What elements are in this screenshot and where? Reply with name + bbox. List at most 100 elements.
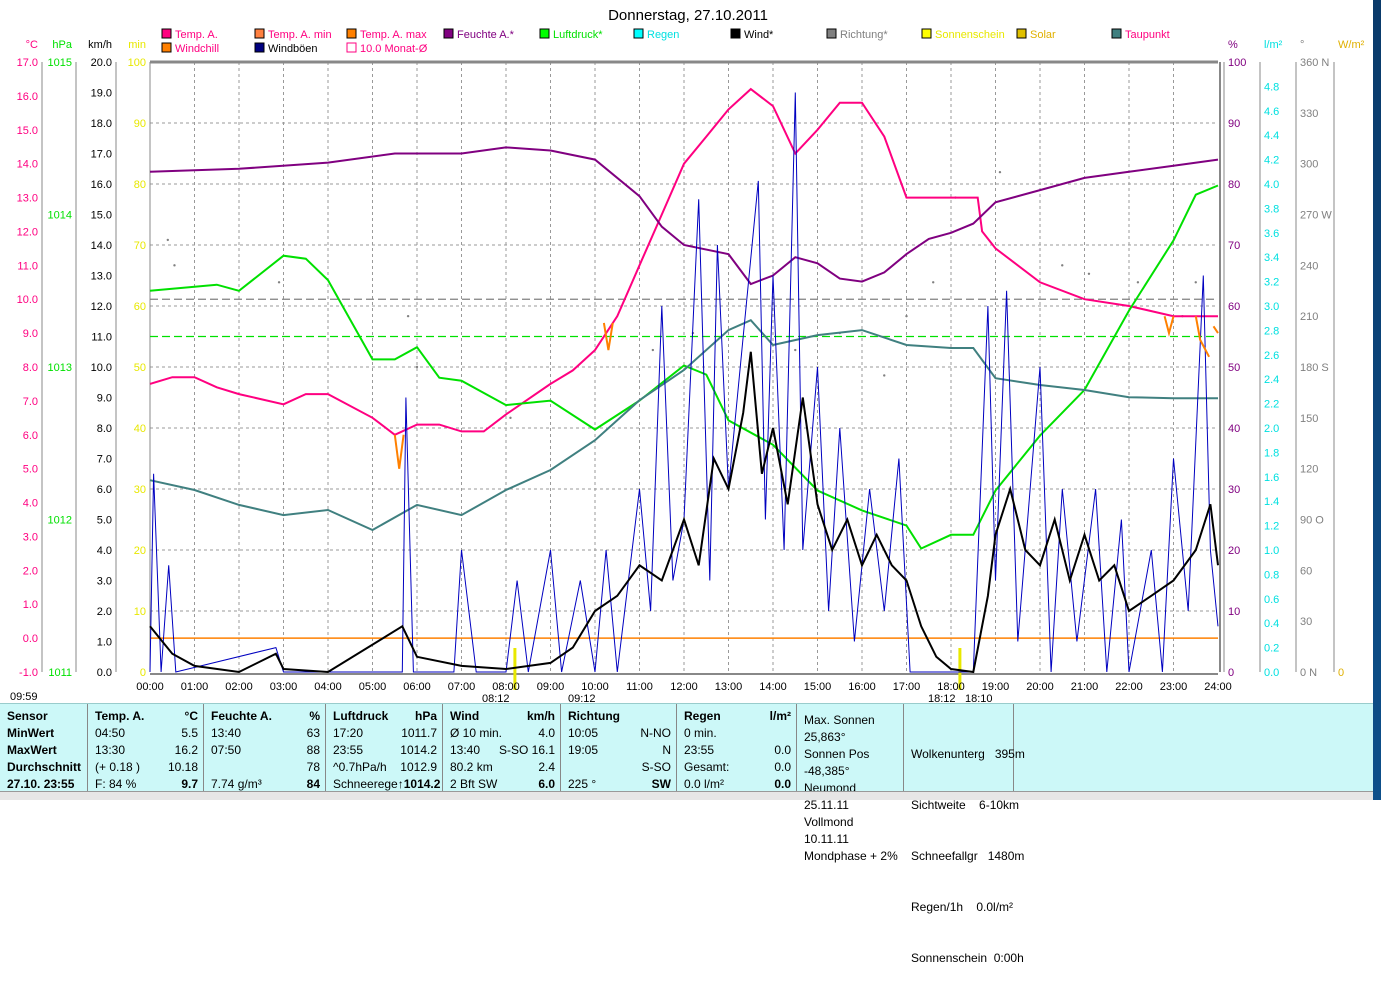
- series-windchill: [393, 434, 405, 469]
- legend-swatch-icon: [633, 28, 644, 39]
- rain-tick-label: 1.4: [1264, 496, 1279, 508]
- desktop-edge: [1373, 0, 1381, 800]
- rain-tick-label: 0.6: [1264, 594, 1279, 606]
- cell-value: S-SO: [641, 760, 671, 774]
- x-tick-label: 03:00: [270, 681, 298, 693]
- legend-swatch-icon: [346, 42, 357, 53]
- astro-item: Vollmond 10.11.11: [804, 815, 854, 846]
- direction-point: [794, 348, 797, 352]
- rain-tick-label: 1.0: [1264, 545, 1279, 557]
- misc-item: Schneefallgr 1480m: [911, 849, 1025, 863]
- rain-tick-label: 4.0: [1264, 179, 1279, 191]
- legend-label: Wind*: [744, 29, 774, 41]
- cell-value: 0.0: [774, 760, 791, 774]
- cell-label: 80.2 km: [450, 760, 493, 774]
- temp-tick-label: 13.0: [17, 193, 38, 205]
- series-windchill: [1163, 315, 1175, 338]
- legend-swatch-icon: [826, 28, 837, 39]
- table-row: 10:05 N-NO: [568, 725, 671, 742]
- legend-swatch-icon: [161, 28, 172, 39]
- direction-tick-label: 300: [1300, 159, 1318, 171]
- temp-tick-label: 6.0: [23, 430, 38, 442]
- wind-tick-label: 16.0: [91, 179, 112, 191]
- misc-column: Wolkenunterg 395m Sichtweite 6-10km Schn…: [904, 704, 1025, 965]
- rain-tick-label: 3.6: [1264, 228, 1279, 240]
- direction-point: [1136, 281, 1140, 284]
- x-tick-label: 20:00: [1026, 681, 1054, 693]
- direction-tick-label: 210: [1300, 311, 1318, 323]
- table-row: 78: [211, 759, 320, 776]
- status-bar: [0, 791, 1373, 800]
- rain-tick-label: 2.0: [1264, 423, 1279, 435]
- column-head: Feuchte A.: [211, 709, 272, 723]
- sunrise-label: 08:12: [482, 693, 510, 703]
- legend-label: Solar: [1030, 29, 1056, 41]
- direction-column: Richtung 10:05 N-NO 19:05 N S-SO 225 ° SW: [561, 704, 677, 791]
- wind-tick-label: 3.0: [97, 576, 112, 588]
- temp-tick-label: 11.0: [17, 260, 38, 272]
- rain-tick-label: 0.8: [1264, 569, 1279, 581]
- wind-tick-label: 0.0: [97, 667, 112, 679]
- humidity-axis-unit: %: [1228, 39, 1238, 51]
- temp-tick-label: 12.0: [17, 226, 38, 238]
- humidity-tick-label: 40: [1228, 423, 1240, 435]
- wind-tick-label: 2.0: [97, 606, 112, 618]
- rain-tick-label: 2.8: [1264, 325, 1279, 337]
- rain-axis-unit: l/m²: [1264, 39, 1283, 51]
- rain-tick-label: 3.2: [1264, 277, 1279, 289]
- direction-tick-label: 360 N: [1300, 57, 1329, 69]
- cell-value: 2.4: [538, 760, 555, 774]
- direction-tick-label: 150: [1300, 413, 1318, 425]
- table-row: Ø 10 min. 4.0: [450, 725, 555, 742]
- column-head: Richtung: [568, 709, 620, 723]
- direction-point: [406, 314, 410, 318]
- plot-area: [149, 87, 1219, 690]
- misc-item: Regen/1h 0.0l/m²: [911, 900, 1014, 914]
- x-tick-label: 04:00: [314, 681, 342, 693]
- cell-value: 1011.7: [401, 726, 437, 740]
- rain-tick-label: 2.4: [1264, 374, 1279, 386]
- table-row: 0 min.: [684, 725, 791, 742]
- sun-axis-unit: min: [128, 39, 146, 51]
- rain-tick-label: 3.8: [1264, 203, 1279, 215]
- direction-point: [415, 365, 419, 369]
- sun-tick-label: 90: [134, 118, 146, 130]
- wind-tick-label: 9.0: [97, 393, 112, 405]
- table-row: (+ 0.18 ) 10.18: [95, 759, 198, 776]
- cell-label: Gesamt:: [684, 760, 730, 774]
- x-tick-label: 00:00: [136, 681, 164, 693]
- humidity-tick-label: 70: [1228, 240, 1240, 252]
- wind-tick-label: 11.0: [91, 332, 112, 344]
- cell-label: 23:55: [333, 743, 364, 757]
- sun-tick-label: 80: [134, 179, 146, 191]
- rain-tick-label: 4.6: [1264, 106, 1279, 118]
- rain-tick-label: 2.6: [1264, 350, 1279, 362]
- row-label: Durchschnitt: [7, 760, 82, 774]
- pressure-tick-label: 1014: [48, 210, 72, 222]
- cell-label: 10:05: [568, 726, 599, 740]
- column-head: Temp. A.: [95, 709, 145, 723]
- pressure-tick-label: 1011: [48, 667, 72, 679]
- rain-tick-label: 1.6: [1264, 472, 1279, 484]
- direction-point: [932, 281, 935, 284]
- sun-tick-label: 0: [140, 667, 146, 679]
- legend: Temp. A. Temp. A. min Temp. A. max Feuchte …: [161, 28, 1170, 55]
- x-axis: 00:00 01:00 02:00 03:00 04:00 05:00 06:00 07:00…: [136, 681, 1232, 693]
- rain-tick-label: 4.8: [1264, 81, 1279, 93]
- wind-tick-label: 18.0: [91, 118, 112, 130]
- wind-tick-label: 5.0: [97, 515, 112, 527]
- table-row: 23:55 0.0: [684, 742, 791, 759]
- x-tick-label: 19:00: [982, 681, 1010, 693]
- row-label: MinWert: [7, 726, 55, 740]
- summary-table: Sensor MinWert MaxWert Durchschnitt 27.1…: [0, 703, 1373, 965]
- legend-swatch-icon: [161, 42, 172, 53]
- wind-tick-label: 20.0: [91, 57, 112, 69]
- legend-label: Regen: [647, 29, 679, 41]
- direction-tick-label: 0 N: [1300, 667, 1317, 679]
- direction-tick-label: 60: [1300, 565, 1312, 577]
- x-tick-label: 06:00: [403, 681, 431, 693]
- legend-label: Temp. A.: [175, 29, 218, 41]
- table-row: 23:55 1014.2: [333, 742, 437, 759]
- cell-label: ^0.7hPa/h: [333, 760, 387, 774]
- legend-label: Windböen: [268, 43, 318, 55]
